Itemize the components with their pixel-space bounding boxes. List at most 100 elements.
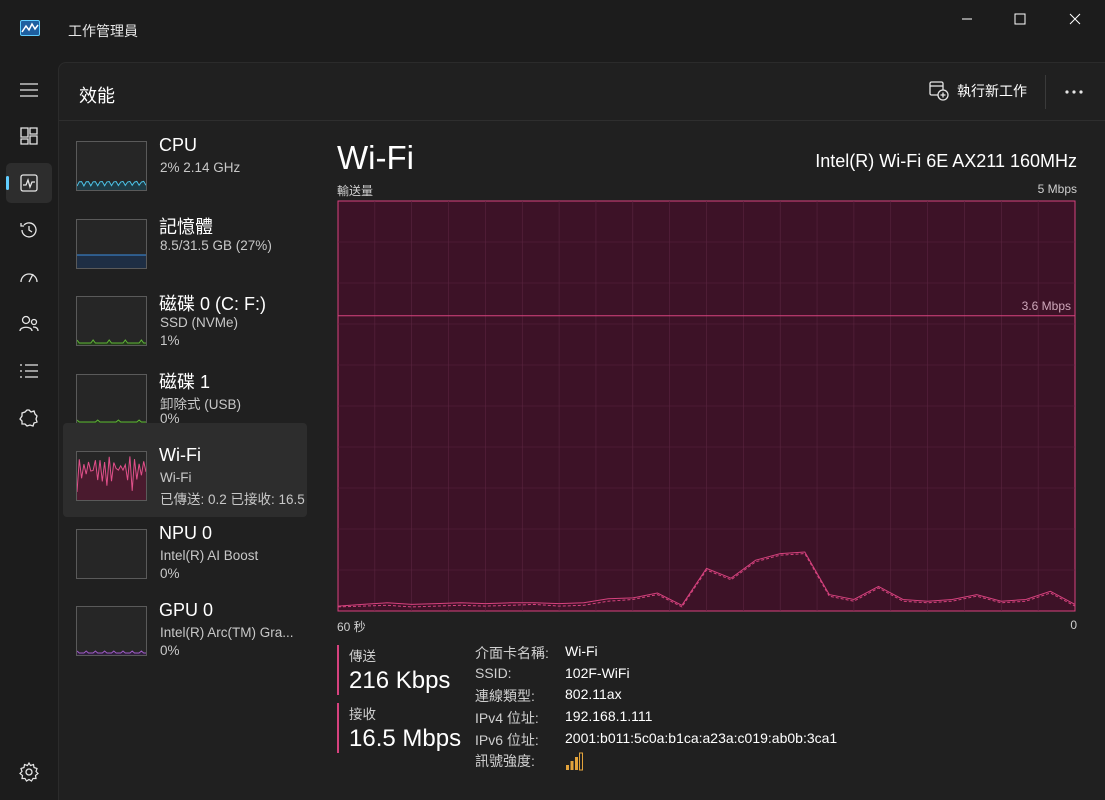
- property-row: 介面卡名稱: Wi-Fi: [475, 643, 837, 665]
- receive-stat: 接收 16.5 Mbps: [337, 703, 461, 753]
- run-new-task-icon: [929, 81, 949, 101]
- property-value: 802.11ax: [565, 686, 622, 703]
- device-stat: 0%: [160, 565, 180, 581]
- property-row: SSID: 102F-WiFi: [475, 665, 837, 687]
- page-header: 效能 執行新工作: [59, 63, 1105, 121]
- page-title: 效能: [79, 86, 115, 106]
- nav-details[interactable]: [6, 351, 52, 391]
- device-title: GPU 0: [159, 600, 214, 620]
- navigation-rail: [0, 60, 58, 800]
- title-bar: 工作管理員: [0, 0, 1105, 60]
- detail-title: Wi-Fi: [337, 139, 414, 176]
- property-key: 介面卡名稱:: [475, 645, 549, 661]
- graph-max-label: 5 Mbps: [1037, 182, 1077, 196]
- header-divider: [1045, 75, 1046, 109]
- device-subtitle: Wi-Fi: [160, 470, 192, 485]
- device-subtitle: Intel(R) Arc(TM) Gra...: [160, 625, 294, 640]
- property-key: IPv4 位址:: [475, 710, 539, 727]
- device-thumbnail: [76, 141, 147, 191]
- graph-label: 輸送量: [337, 184, 374, 198]
- nav-processes[interactable]: [6, 116, 52, 156]
- hamburger-menu-button[interactable]: [6, 70, 52, 110]
- send-label: 傳送: [349, 649, 376, 664]
- more-icon: [1065, 90, 1083, 94]
- adapter-name: Intel(R) Wi-Fi 6E AX211 160MHz: [815, 151, 1077, 171]
- property-value: 2001:b011:5c0a:b1ca:a23a:c019:ab0b:3ca1: [565, 729, 838, 746]
- performance-icon: [20, 174, 38, 192]
- thumbnail-graph: [77, 456, 146, 500]
- device-thumbnail: [76, 296, 147, 346]
- property-row: 訊號強度:: [475, 751, 837, 773]
- property-value: Wi-Fi: [565, 643, 598, 659]
- thumbnail-line: [77, 418, 146, 422]
- property-key: SSID:: [475, 664, 512, 681]
- property-key: IPv6 位址:: [475, 731, 539, 748]
- property-key: 連線類型:: [475, 688, 535, 705]
- property-value: 102F-WiFi: [565, 664, 630, 681]
- time-axis-start: 60 秒: [337, 620, 366, 634]
- device-thumbnail: [76, 606, 147, 656]
- signal-strength-icon: [566, 752, 583, 771]
- device-title: 磁碟 1: [159, 371, 211, 392]
- time-axis-end: 0: [1070, 618, 1077, 632]
- device-item-wifi[interactable]: Wi-Fi Wi-Fi 已傳送: 0.2 已接收: 16.5: [63, 423, 307, 517]
- window-title: 工作管理員: [68, 23, 138, 39]
- nav-startup-apps[interactable]: [6, 257, 52, 297]
- device-title: 記憶體: [159, 216, 213, 237]
- nav-app-history[interactable]: [6, 210, 52, 250]
- device-thumbnail: [76, 528, 147, 579]
- device-stat: 1%: [160, 333, 180, 348]
- more-options-button[interactable]: [1064, 79, 1084, 100]
- thumbnail-graph: [77, 650, 146, 655]
- run-new-task-label: 執行新工作: [957, 83, 1027, 99]
- adapter-properties: 介面卡名稱: Wi-Fi SSID: 102F-WiFi 連線類型: 802.11ax…: [475, 643, 837, 773]
- device-title: 磁碟 0 (C: F:): [159, 294, 266, 314]
- close-button[interactable]: [1052, 0, 1098, 38]
- main-panel: 效能 執行新工作 CPU 2% 2.14 GHz 記憶體 8.5/31.5 GB (2…: [58, 62, 1105, 800]
- nav-users[interactable]: [6, 304, 52, 344]
- services-icon: [19, 409, 38, 427]
- property-row: IPv6 位址: 2001:b011:5c0a:b1ca:a23a:c019:ab…: [475, 730, 837, 752]
- settings-button[interactable]: [17, 760, 41, 784]
- users-icon: [19, 315, 39, 332]
- throughput-graph: 3.6 Mbps: [337, 200, 1076, 612]
- thumbnail-fill: [77, 254, 146, 268]
- thumbnail-line: [77, 339, 146, 344]
- nav-performance[interactable]: [6, 163, 52, 203]
- device-title: Wi-Fi: [159, 445, 201, 465]
- minimize-icon: [962, 18, 972, 20]
- device-thumbnail: [76, 373, 147, 424]
- thumbnail-graph: [77, 530, 146, 578]
- maximize-icon: [1014, 13, 1026, 25]
- device-thumbnail: [76, 451, 147, 501]
- detail-pane: Wi-Fi Intel(R) Wi-Fi 6E AX211 160MHz 輸送量…: [337, 127, 1077, 797]
- send-stat: 傳送 216 Kbps: [337, 645, 450, 695]
- device-subtitle: 8.5/31.5 GB (27%): [160, 237, 272, 253]
- receive-label: 接收: [349, 707, 376, 722]
- device-subtitle: 2% 2.14 GHz: [160, 160, 241, 175]
- device-title: NPU 0: [159, 522, 213, 543]
- device-thumbnail: [76, 218, 147, 269]
- maximize-button[interactable]: [997, 0, 1043, 38]
- device-list: CPU 2% 2.14 GHz 記憶體 8.5/31.5 GB (27%) 磁碟 0 (…: [63, 127, 307, 747]
- device-subtitle: SSD (NVMe): [160, 315, 239, 330]
- nav-services[interactable]: [6, 398, 52, 438]
- device-subtitle: Intel(R) AI Boost: [160, 547, 259, 563]
- device-subtitle: 卸除式 (USB): [160, 396, 241, 412]
- thumbnail-graph: [77, 418, 146, 423]
- details-icon: [20, 364, 38, 378]
- run-new-task-button[interactable]: 執行新工作: [929, 80, 1027, 102]
- minimize-button[interactable]: [944, 0, 990, 38]
- thumbnail-graph: [77, 180, 146, 190]
- device-stat: 0%: [160, 643, 180, 658]
- send-value: 216 Kbps: [349, 667, 451, 694]
- thumbnail-graph: [77, 254, 146, 268]
- receive-value: 16.5 Mbps: [349, 725, 462, 752]
- thumbnail-graph: [77, 339, 146, 345]
- processes-icon: [20, 127, 38, 145]
- hamburger-menu-icon: [20, 83, 38, 97]
- device-item-gpu0[interactable]: GPU 0 Intel(R) Arc(TM) Gra... 0%: [63, 590, 307, 684]
- property-row: 連線類型: 802.11ax: [475, 686, 837, 708]
- property-value: 192.168.1.111: [565, 708, 653, 725]
- startup-apps-icon: [20, 273, 38, 283]
